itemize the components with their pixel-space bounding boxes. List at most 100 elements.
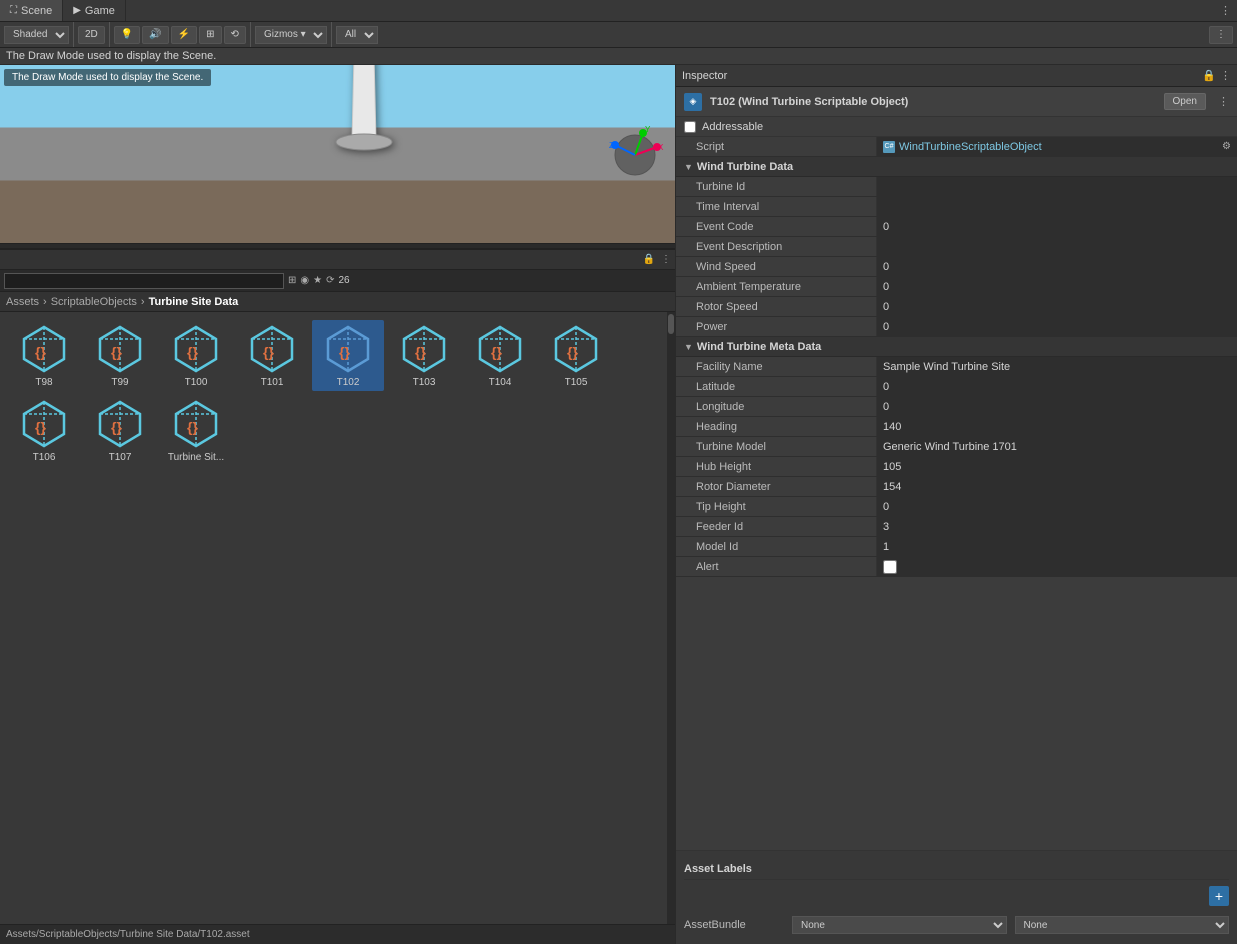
- grid-button[interactable]: ⊞: [199, 26, 221, 44]
- inspector-field-power: Power0: [676, 317, 1237, 337]
- inspector-field-event-code: Event Code0: [676, 217, 1237, 237]
- breadcrumb-sep-1: ›: [43, 296, 47, 308]
- asset-item-t102[interactable]: {} T102: [312, 320, 384, 391]
- field-value[interactable]: 0: [876, 257, 1237, 276]
- svg-text:{}: {}: [35, 344, 46, 360]
- wind-turbine-meta-rows: Facility NameSample Wind Turbine SiteLat…: [676, 357, 1237, 577]
- field-value[interactable]: 1: [876, 537, 1237, 556]
- wind-turbine-meta-header[interactable]: ▼ Wind Turbine Meta Data: [676, 337, 1237, 357]
- svg-text:{}: {}: [567, 344, 578, 360]
- inspector-field-heading: Heading140: [676, 417, 1237, 437]
- field-value[interactable]: 0: [876, 317, 1237, 336]
- svg-text:{}: {}: [339, 344, 350, 360]
- asset-item-t100[interactable]: {} T100: [160, 320, 232, 391]
- asset-breadcrumb: Assets › ScriptableObjects › Turbine Sit…: [0, 292, 675, 312]
- light-button[interactable]: 💡: [114, 26, 140, 44]
- script-file-icon: C#: [883, 141, 895, 153]
- asset-icon-btn-3[interactable]: ★: [313, 275, 322, 286]
- asset-item-t99[interactable]: {} T99: [84, 320, 156, 391]
- breadcrumb-scriptable[interactable]: ScriptableObjects: [51, 296, 137, 308]
- alert-checkbox[interactable]: [883, 560, 897, 574]
- scene-canvas[interactable]: The Draw Mode used to display the Scene.: [0, 65, 675, 243]
- wind-turbine-data-title: Wind Turbine Data: [697, 161, 793, 173]
- field-label: Heading: [676, 421, 876, 433]
- field-label: Wind Speed: [676, 261, 876, 273]
- field-value[interactable]: 0: [876, 217, 1237, 236]
- status-bar: Assets/ScriptableObjects/Turbine Site Da…: [0, 924, 675, 944]
- field-value[interactable]: 0: [876, 497, 1237, 516]
- asset-item-t98[interactable]: {} T98: [8, 320, 80, 391]
- asset-icon-t103: {}: [398, 323, 450, 375]
- breadcrumb-turbine-site-data[interactable]: Turbine Site Data: [149, 296, 239, 308]
- asset-search-input[interactable]: [4, 273, 284, 289]
- field-value[interactable]: [876, 557, 1237, 576]
- scene-gizmo[interactable]: X Y Z: [605, 125, 665, 185]
- asset-labels-add-button[interactable]: +: [1209, 886, 1229, 906]
- svg-text:Z: Z: [609, 141, 614, 150]
- field-value[interactable]: 154: [876, 477, 1237, 496]
- wind-turbine-data-header[interactable]: ▼ Wind Turbine Data: [676, 157, 1237, 177]
- inspector-object-icon: ◈: [684, 93, 702, 111]
- field-value[interactable]: Generic Wind Turbine 1701: [876, 437, 1237, 456]
- field-value[interactable]: Sample Wind Turbine Site: [876, 357, 1237, 376]
- script-value[interactable]: WindTurbineScriptableObject: [899, 141, 1042, 153]
- tab-game[interactable]: ▶ Game: [63, 0, 126, 21]
- asset-item-t103[interactable]: {} T103: [388, 320, 460, 391]
- inspector-field-ambient-temperature: Ambient Temperature0: [676, 277, 1237, 297]
- asset-icon-btn-1[interactable]: ⊞: [288, 275, 296, 286]
- wind-turbine-model: [234, 65, 494, 163]
- field-value[interactable]: 0: [876, 297, 1237, 316]
- refresh-button[interactable]: ⟲: [224, 26, 246, 44]
- gizmos-select[interactable]: Gizmos ▾: [255, 26, 327, 44]
- wind-turbine-data-arrow: ▼: [684, 162, 693, 172]
- lock-icon[interactable]: 🔒: [643, 254, 655, 265]
- fx-button[interactable]: ⚡: [171, 26, 197, 44]
- field-value[interactable]: 105: [876, 457, 1237, 476]
- field-value[interactable]: [876, 237, 1237, 256]
- field-value[interactable]: 0: [876, 397, 1237, 416]
- inspector-lock-icon[interactable]: 🔒: [1202, 69, 1216, 82]
- scene-tab-label: Scene: [21, 5, 52, 17]
- field-label: Rotor Speed: [676, 301, 876, 313]
- inspector-open-button[interactable]: Open: [1164, 93, 1206, 110]
- field-label: Facility Name: [676, 361, 876, 373]
- tab-scene[interactable]: ⛶ Scene: [0, 0, 63, 21]
- asset-icon-btn-2[interactable]: ◉: [300, 275, 309, 286]
- asset-item-t101[interactable]: {} T101: [236, 320, 308, 391]
- asset-bundle-select-2[interactable]: None: [1015, 916, 1230, 934]
- asset-item-turbinesit[interactable]: {} Turbine Sit...: [160, 395, 232, 466]
- field-value[interactable]: [876, 177, 1237, 196]
- field-value[interactable]: [876, 197, 1237, 216]
- inspector-field-longitude: Longitude0: [676, 397, 1237, 417]
- addressable-checkbox[interactable]: [684, 121, 696, 133]
- scene-options-button[interactable]: ⋮: [1209, 26, 1233, 44]
- all-group: All: [336, 26, 378, 44]
- inspector-menu-icon[interactable]: ⋮: [1220, 69, 1231, 82]
- audio-button[interactable]: 🔊: [142, 26, 168, 44]
- field-value[interactable]: 3: [876, 517, 1237, 536]
- lighting-group: 💡 🔊 ⚡ ⊞ ⟲: [114, 22, 251, 47]
- asset-bundle-select-1[interactable]: None: [792, 916, 1007, 934]
- tab-menu-button[interactable]: ⋮: [1214, 4, 1237, 17]
- asset-label-t99: T99: [111, 377, 128, 388]
- asset-labels-header: Asset Labels: [684, 859, 1229, 880]
- asset-item-t106[interactable]: {} T106: [8, 395, 80, 466]
- all-select[interactable]: All: [336, 26, 378, 44]
- script-settings-icon[interactable]: ⚙: [1222, 141, 1231, 152]
- field-value[interactable]: 0: [876, 377, 1237, 396]
- asset-settings-icon[interactable]: ⋮: [661, 254, 671, 265]
- field-label: Turbine Id: [676, 181, 876, 193]
- asset-item-t105[interactable]: {} T105: [540, 320, 612, 391]
- asset-scrollbar[interactable]: [668, 314, 674, 334]
- inspector-object-menu[interactable]: ⋮: [1218, 95, 1229, 108]
- breadcrumb-assets[interactable]: Assets: [6, 296, 39, 308]
- inspector-field-rotor-speed: Rotor Speed0: [676, 297, 1237, 317]
- inspector-field-model-id: Model Id1: [676, 537, 1237, 557]
- field-value[interactable]: 0: [876, 277, 1237, 296]
- asset-item-t107[interactable]: {} T107: [84, 395, 156, 466]
- asset-item-t104[interactable]: {} T104: [464, 320, 536, 391]
- field-value[interactable]: 140: [876, 417, 1237, 436]
- shaded-select[interactable]: Shaded: [4, 26, 69, 44]
- asset-icon-t101: {}: [246, 323, 298, 375]
- 2d-button[interactable]: 2D: [78, 26, 105, 44]
